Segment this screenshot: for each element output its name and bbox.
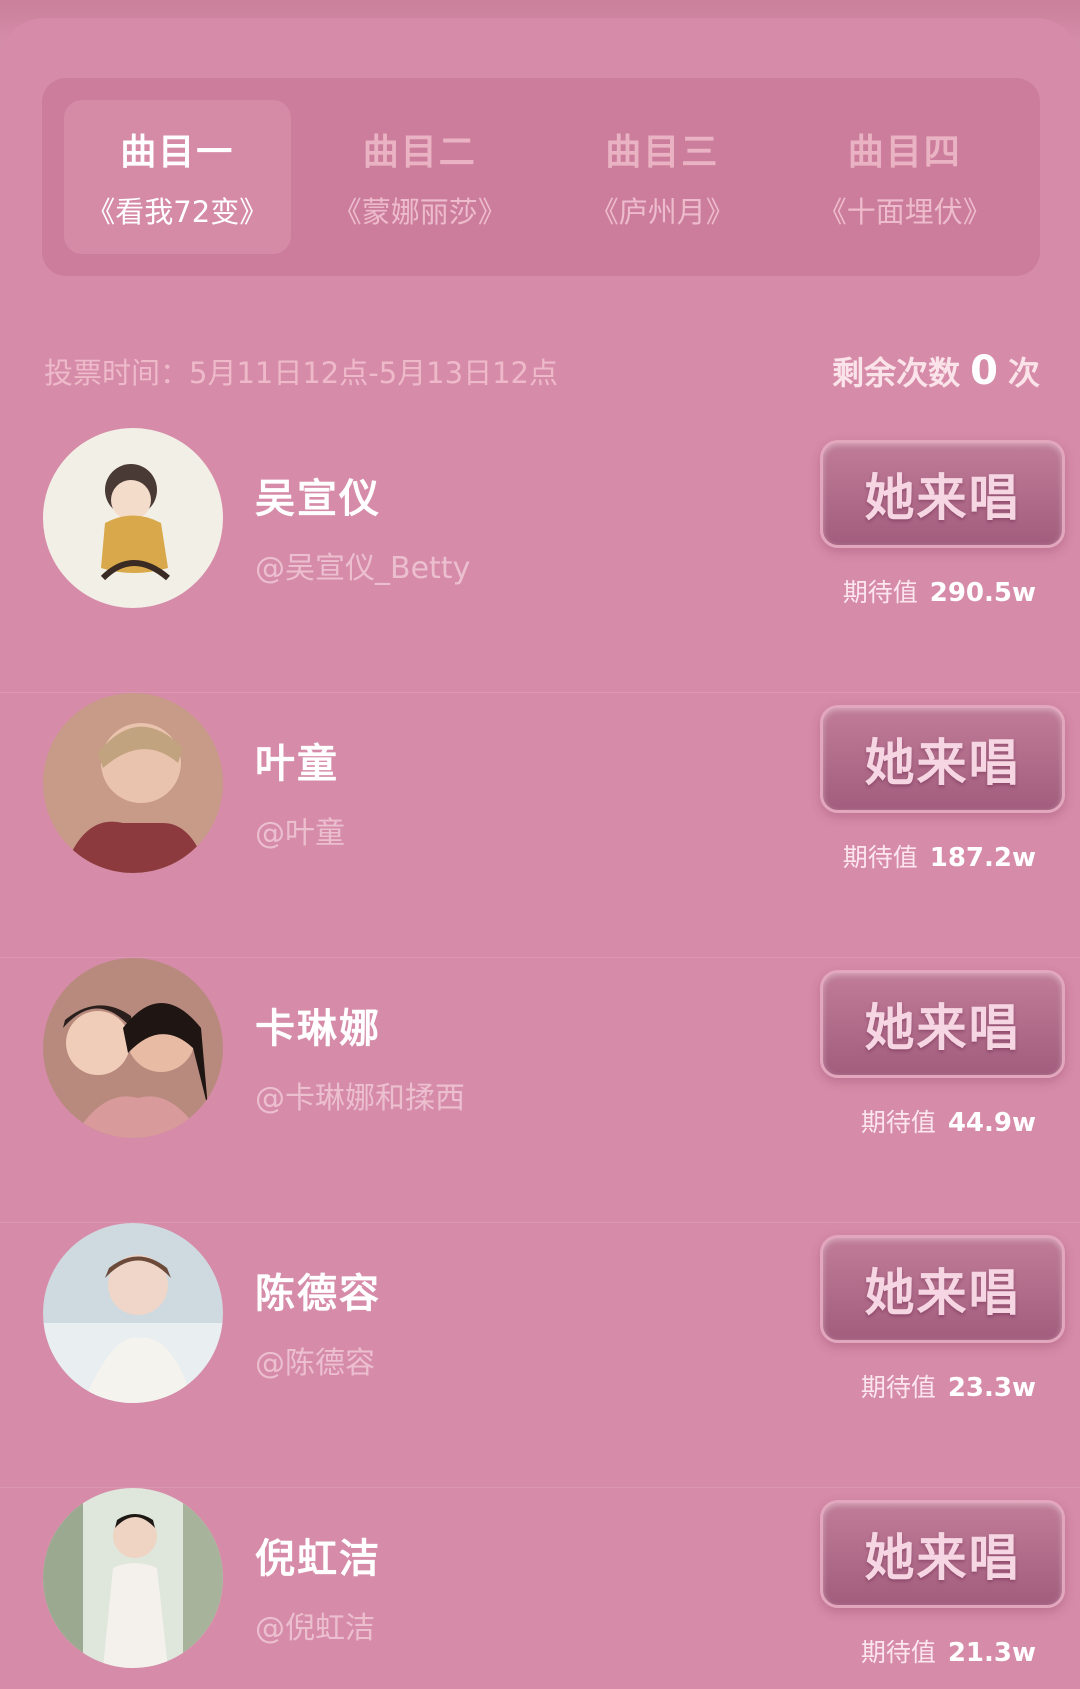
avatar[interactable] (43, 1488, 223, 1668)
candidate-row: 吴宣仪 @吴宣仪_Betty 她来唱 期待值 290.5w (0, 428, 1080, 693)
candidate-handle[interactable]: @倪虹洁 (255, 1603, 375, 1647)
remaining-votes: 剩余次数 0 次 (832, 348, 1040, 394)
expect-number: 23.3w (947, 1373, 1036, 1403)
expect-label: 期待值 (860, 1108, 936, 1137)
candidate-name: 吴宣仪 (255, 476, 381, 522)
expect-label: 期待值 (860, 1638, 936, 1667)
remaining-unit: 次 (1007, 354, 1040, 392)
expect-value: 期待值 290.5w (843, 573, 1036, 609)
expect-number: 187.2w (929, 843, 1036, 873)
expect-value: 期待值 187.2w (843, 838, 1036, 874)
tab-title: 曲目三 (605, 132, 720, 173)
expect-label: 期待值 (860, 1373, 936, 1402)
tab-title: 曲目一 (120, 132, 235, 173)
candidate-row: 倪虹洁 @倪虹洁 她来唱 期待值 21.3w (0, 1488, 1080, 1689)
tab-song-2[interactable]: 曲目二 《蒙娜丽莎》 (307, 100, 534, 254)
song-tabs: 曲目一 《看我72变》 曲目二 《蒙娜丽莎》 曲目三 《庐州月》 曲目四 《十面… (42, 78, 1040, 276)
candidate-row: 叶童 @叶童 她来唱 期待值 187.2w (0, 693, 1080, 958)
avatar[interactable] (43, 693, 223, 873)
button-label: 她来唱 (864, 469, 1021, 527)
expect-number: 21.3w (947, 1638, 1036, 1668)
candidate-name: 卡琳娜 (255, 1006, 381, 1052)
tab-song-name: 《蒙娜丽莎》 (332, 195, 507, 229)
expect-label: 期待值 (842, 578, 918, 607)
candidate-name: 倪虹洁 (255, 1536, 381, 1582)
she-sings-button[interactable]: 她来唱 (820, 705, 1065, 813)
tab-song-name: 《十面埋伏》 (817, 195, 992, 229)
tab-song-name: 《庐州月》 (589, 195, 735, 229)
page: 曲目一 《看我72变》 曲目二 《蒙娜丽莎》 曲目三 《庐州月》 曲目四 《十面… (0, 0, 1080, 1689)
avatar[interactable] (43, 428, 223, 608)
button-label: 她来唱 (864, 1264, 1021, 1322)
candidate-list: 吴宣仪 @吴宣仪_Betty 她来唱 期待值 290.5w 叶童 @叶童 她来唱… (0, 428, 1080, 1689)
expect-number: 44.9w (947, 1108, 1036, 1138)
tab-song-4[interactable]: 曲目四 《十面埋伏》 (792, 100, 1019, 254)
she-sings-button[interactable]: 她来唱 (820, 970, 1065, 1078)
tab-song-name: 《看我72变》 (86, 195, 269, 229)
remaining-count: 0 (970, 348, 998, 394)
tab-song-1[interactable]: 曲目一 《看我72变》 (64, 100, 291, 254)
she-sings-button[interactable]: 她来唱 (820, 1500, 1065, 1608)
she-sings-button[interactable]: 她来唱 (820, 1235, 1065, 1343)
vote-info-row: 投票时间：5月11日12点-5月13日12点 剩余次数 0 次 (44, 348, 1040, 394)
expect-number: 290.5w (929, 578, 1036, 608)
expect-value: 期待值 21.3w (861, 1633, 1036, 1669)
candidate-row: 卡琳娜 @卡琳娜和揉西 她来唱 期待值 44.9w (0, 958, 1080, 1223)
tab-title: 曲目二 (362, 132, 477, 173)
avatar[interactable] (43, 958, 223, 1138)
voting-panel: 曲目一 《看我72变》 曲目二 《蒙娜丽莎》 曲目三 《庐州月》 曲目四 《十面… (0, 18, 1080, 1689)
candidate-handle[interactable]: @叶童 (255, 808, 345, 852)
candidate-row: 陈德容 @陈德容 她来唱 期待值 23.3w (0, 1223, 1080, 1488)
tab-song-3[interactable]: 曲目三 《庐州月》 (549, 100, 776, 254)
candidate-name: 陈德容 (255, 1271, 381, 1317)
remaining-label: 剩余次数 (832, 354, 961, 392)
candidate-handle[interactable]: @吴宣仪_Betty (255, 543, 470, 587)
candidate-name: 叶童 (255, 741, 339, 787)
candidate-handle[interactable]: @卡琳娜和揉西 (255, 1073, 465, 1117)
vote-time: 投票时间：5月11日12点-5月13日12点 (44, 356, 558, 390)
tab-title: 曲目四 (847, 132, 962, 173)
button-label: 她来唱 (864, 999, 1021, 1057)
button-label: 她来唱 (864, 1529, 1021, 1587)
avatar[interactable] (43, 1223, 223, 1403)
she-sings-button[interactable]: 她来唱 (820, 440, 1065, 548)
candidate-handle[interactable]: @陈德容 (255, 1338, 375, 1382)
expect-value: 期待值 23.3w (861, 1368, 1036, 1404)
expect-label: 期待值 (842, 843, 918, 872)
button-label: 她来唱 (864, 734, 1021, 792)
expect-value: 期待值 44.9w (861, 1103, 1036, 1139)
